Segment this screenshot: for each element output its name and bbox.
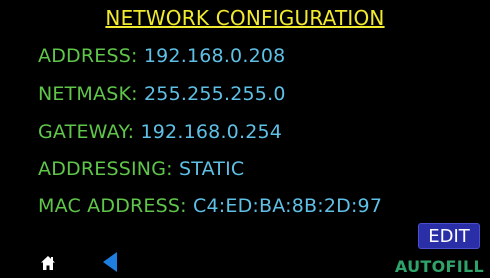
addressing-label: ADDRESSING: [38, 158, 173, 180]
gateway-value: 192.168.0.254 [140, 121, 283, 143]
home-icon[interactable] [40, 255, 56, 271]
addressing-value: STATIC [178, 158, 245, 180]
address-value: 192.168.0.208 [143, 45, 286, 67]
page-title: NETWORK CONFIGURATION [105, 6, 385, 30]
autofill-label[interactable]: AUTOFILL [395, 257, 484, 276]
mac-address-value: C4:ED:BA:8B:2D:97 [193, 195, 383, 217]
netmask-label: NETMASK: [38, 83, 138, 105]
mac-address-label: MAC ADDRESS: [38, 195, 187, 217]
address-row: ADDRESS: 192.168.0.208 [38, 45, 285, 67]
gateway-row: GATEWAY: 192.168.0.254 [38, 121, 282, 143]
netmask-row: NETMASK: 255.255.255.0 [38, 83, 286, 105]
addressing-row: ADDRESSING: STATIC [38, 158, 244, 180]
edit-button[interactable]: EDIT [418, 223, 480, 249]
address-label: ADDRESS: [38, 45, 138, 67]
mac-address-row: MAC ADDRESS: C4:ED:BA:8B:2D:97 [38, 195, 382, 217]
back-arrow-icon[interactable] [102, 251, 118, 273]
netmask-value: 255.255.255.0 [144, 83, 286, 105]
gateway-label: GATEWAY: [38, 121, 135, 143]
